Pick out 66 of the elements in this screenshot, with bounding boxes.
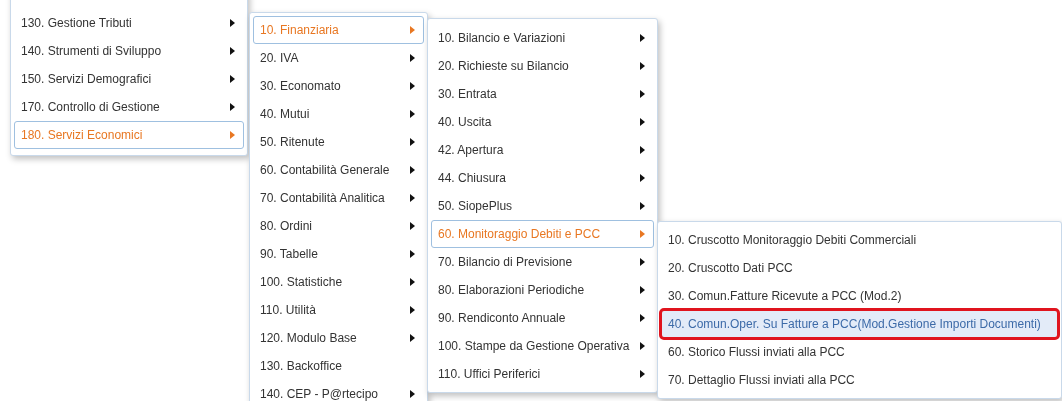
- caret-icon: [640, 314, 645, 322]
- menu-item[interactable]: 20. Richieste su Bilancio: [431, 52, 654, 80]
- menu-item[interactable]: 120. Modulo Base: [253, 324, 424, 352]
- caret-icon: [640, 118, 645, 126]
- caret-icon: [410, 250, 415, 258]
- caret-icon: [410, 194, 415, 202]
- menu-item[interactable]: 30. Entrata: [431, 80, 654, 108]
- caret-icon: [410, 390, 415, 398]
- caret-icon: [640, 230, 645, 238]
- menu-item[interactable]: 100. Stampe da Gestione Operativa: [431, 332, 654, 360]
- menu-item[interactable]: 70. Bilancio di Previsione: [431, 248, 654, 276]
- menu-item[interactable]: 30. Economato: [253, 72, 424, 100]
- menu-item[interactable]: 60. Storico Flussi inviati alla PCC: [661, 338, 1058, 366]
- caret-icon: [410, 166, 415, 174]
- caret-icon: [640, 202, 645, 210]
- caret-icon: [410, 334, 415, 342]
- caret-icon: [410, 54, 415, 62]
- caret-icon: [410, 82, 415, 90]
- menu-item[interactable]: 40. Comun.Oper. Su Fatture a PCC(Mod.Gestione Importi Documenti): [661, 310, 1058, 338]
- menu-item[interactable]: 130. Gestione Tributi: [14, 9, 244, 37]
- caret-icon: [230, 131, 235, 139]
- menu-item[interactable]: 50. SiopePlus: [431, 192, 654, 220]
- menu-item[interactable]: 40. Mutui: [253, 100, 424, 128]
- menu-item[interactable]: 80. Elaborazioni Periodiche: [431, 276, 654, 304]
- caret-icon: [230, 103, 235, 111]
- menu-item[interactable]: 110. Utilità: [253, 296, 424, 324]
- menu-item[interactable]: 50. Ritenute: [253, 128, 424, 156]
- caret-icon: [410, 26, 415, 34]
- menu-item[interactable]: 140. Strumenti di Sviluppo: [14, 37, 244, 65]
- menu-item[interactable]: 60. Contabilità Generale: [253, 156, 424, 184]
- caret-icon: [230, 75, 235, 83]
- menu-item[interactable]: 80. Ordini: [253, 212, 424, 240]
- caret-icon: [410, 138, 415, 146]
- menu-item[interactable]: 110. Uffici Periferici: [431, 360, 654, 388]
- menu-item[interactable]: 150. Servizi Demografici: [14, 65, 244, 93]
- caret-icon: [640, 174, 645, 182]
- menu-item[interactable]: 40. Uscita: [431, 108, 654, 136]
- menu-item[interactable]: 20. Cruscotto Dati PCC: [661, 254, 1058, 282]
- menu-item[interactable]: 170. Controllo di Gestione: [14, 93, 244, 121]
- menu-item[interactable]: 90. Rendiconto Annuale: [431, 304, 654, 332]
- menu-item[interactable]: 42. Apertura: [431, 136, 654, 164]
- menu-item[interactable]: 10. Cruscotto Monitoraggio Debiti Commerciali: [661, 226, 1058, 254]
- caret-icon: [640, 34, 645, 42]
- caret-icon: [640, 146, 645, 154]
- caret-icon: [640, 370, 645, 378]
- caret-icon: [640, 258, 645, 266]
- menu-item[interactable]: 44. Chiusura: [431, 164, 654, 192]
- caret-icon: [410, 278, 415, 286]
- caret-icon: [410, 306, 415, 314]
- menu-item[interactable]: 30. Comun.Fatture Ricevute a PCC (Mod.2): [661, 282, 1058, 310]
- menu-item[interactable]: 70. Contabilità Analitica: [253, 184, 424, 212]
- menu-item[interactable]: 70. Dettaglio Flussi inviati alla PCC: [661, 366, 1058, 394]
- menu-item[interactable]: 20. IVA: [253, 44, 424, 72]
- caret-icon: [230, 47, 235, 55]
- caret-icon: [410, 110, 415, 118]
- menu-item[interactable]: 10. Bilancio e Variazioni: [431, 24, 654, 52]
- caret-icon: [640, 342, 645, 350]
- menu-item[interactable]: 130. Backoffice: [253, 352, 424, 380]
- menu-item[interactable]: 90. Tabelle: [253, 240, 424, 268]
- menu-item[interactable]: 140. CEP - P@rtecipo: [253, 380, 424, 401]
- caret-icon: [640, 286, 645, 294]
- caret-icon: [230, 19, 235, 27]
- caret-icon: [640, 62, 645, 70]
- menu-item[interactable]: 100. Statistiche: [253, 268, 424, 296]
- caret-icon: [410, 222, 415, 230]
- caret-icon: [640, 90, 645, 98]
